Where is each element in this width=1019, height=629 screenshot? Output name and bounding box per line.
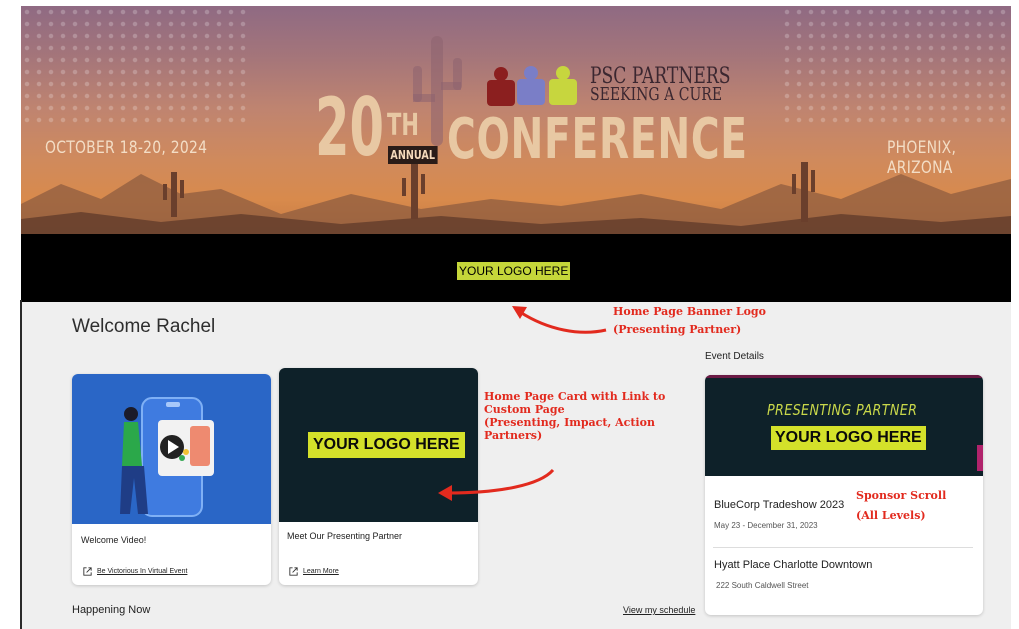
annotation-sponsor-line2: (All Levels) (856, 509, 926, 522)
event-divider (713, 547, 973, 548)
welcome-heading: Welcome Rachel (72, 316, 216, 337)
annotation-home-card-line3: (Presenting, Impact, Action (484, 416, 655, 429)
learn-more-link-text[interactable]: Learn More (303, 568, 339, 575)
welcome-video-title: Welcome Video! (81, 535, 147, 545)
event-details-heading: Event Details (705, 351, 764, 362)
venue-name: Hyatt Place Charlotte Downtown (714, 559, 873, 571)
left-divider (20, 300, 22, 629)
annotation-sponsor-scroll: Sponsor Scroll (All Levels) (856, 489, 946, 522)
sponsor-accent-right (977, 445, 983, 471)
welcome-video-card[interactable]: Welcome Video! Be Victorious In Virtual … (72, 374, 271, 585)
presenting-partner-label: PRESENTING PARTNER (767, 401, 918, 419)
conference-location: PHOENIX, ARIZONA (887, 138, 957, 178)
event-name: BlueCorp Tradeshow 2023 (714, 499, 845, 511)
be-victorious-link-text[interactable]: Be Victorious In Virtual Event (97, 568, 187, 575)
happening-now-heading: Happening Now (72, 604, 151, 616)
annotation-banner-logo-line1: Home Page Banner Logo (613, 305, 766, 318)
sponsor-accent-top (705, 375, 983, 378)
annual-label: ANNUAL (388, 146, 438, 164)
event-dates: May 23 - December 31, 2023 (714, 521, 818, 530)
conference-ordinal: TH (387, 108, 419, 143)
learn-more-link[interactable]: Learn More (288, 566, 339, 577)
venue-address: 222 South Caldwell Street (716, 581, 809, 590)
sponsor-scroll-banner[interactable]: PRESENTING PARTNER YOUR LOGO HERE (705, 375, 983, 476)
presenting-partner-card-image[interactable]: YOUR LOGO HERE (279, 368, 478, 522)
presenting-partner-card[interactable]: YOUR LOGO HERE Meet Our Presenting Partn… (279, 368, 478, 585)
annotation-home-card-line2: Custom Page (484, 403, 565, 416)
annotation-banner-logo: Home Page Banner Logo (Presenting Partne… (613, 305, 766, 336)
banner-sponsor-logo[interactable]: YOUR LOGO HERE (457, 262, 571, 280)
banner-logo-bar: YOUR LOGO HERE (21, 234, 1011, 302)
welcome-video-thumbnail[interactable] (72, 374, 271, 524)
annotation-sponsor-line1: Sponsor Scroll (856, 489, 947, 502)
external-link-icon (83, 567, 92, 576)
annotation-home-card-line4: Partners) (484, 429, 543, 442)
banner-dot-pattern-left (21, 6, 251, 126)
conference-number: 20 (315, 81, 385, 174)
sponsor-scroll-logo: YOUR LOGO HERE (771, 426, 926, 450)
psc-partners-logo-icon (487, 66, 577, 106)
conference-dates: OCTOBER 18-20, 2024 (45, 138, 208, 158)
annotation-home-card: Home Page Card with Link to Custom Page … (484, 390, 665, 442)
external-link-icon (289, 567, 298, 576)
card-sponsor-logo: YOUR LOGO HERE (308, 432, 465, 458)
org-name-line2: SEEKING A CURE (590, 84, 723, 105)
video-illustration (120, 397, 214, 517)
conference-title: CONFERENCE (447, 107, 748, 172)
banner-dot-pattern-right (781, 6, 1011, 126)
be-victorious-link[interactable]: Be Victorious In Virtual Event (82, 566, 187, 577)
annotation-banner-logo-line2: (Presenting Partner) (613, 323, 742, 336)
annotation-home-card-line1: Home Page Card with Link to (484, 390, 666, 403)
view-schedule-link[interactable]: View my schedule (623, 605, 695, 615)
presenting-partner-title: Meet Our Presenting Partner (287, 531, 403, 541)
